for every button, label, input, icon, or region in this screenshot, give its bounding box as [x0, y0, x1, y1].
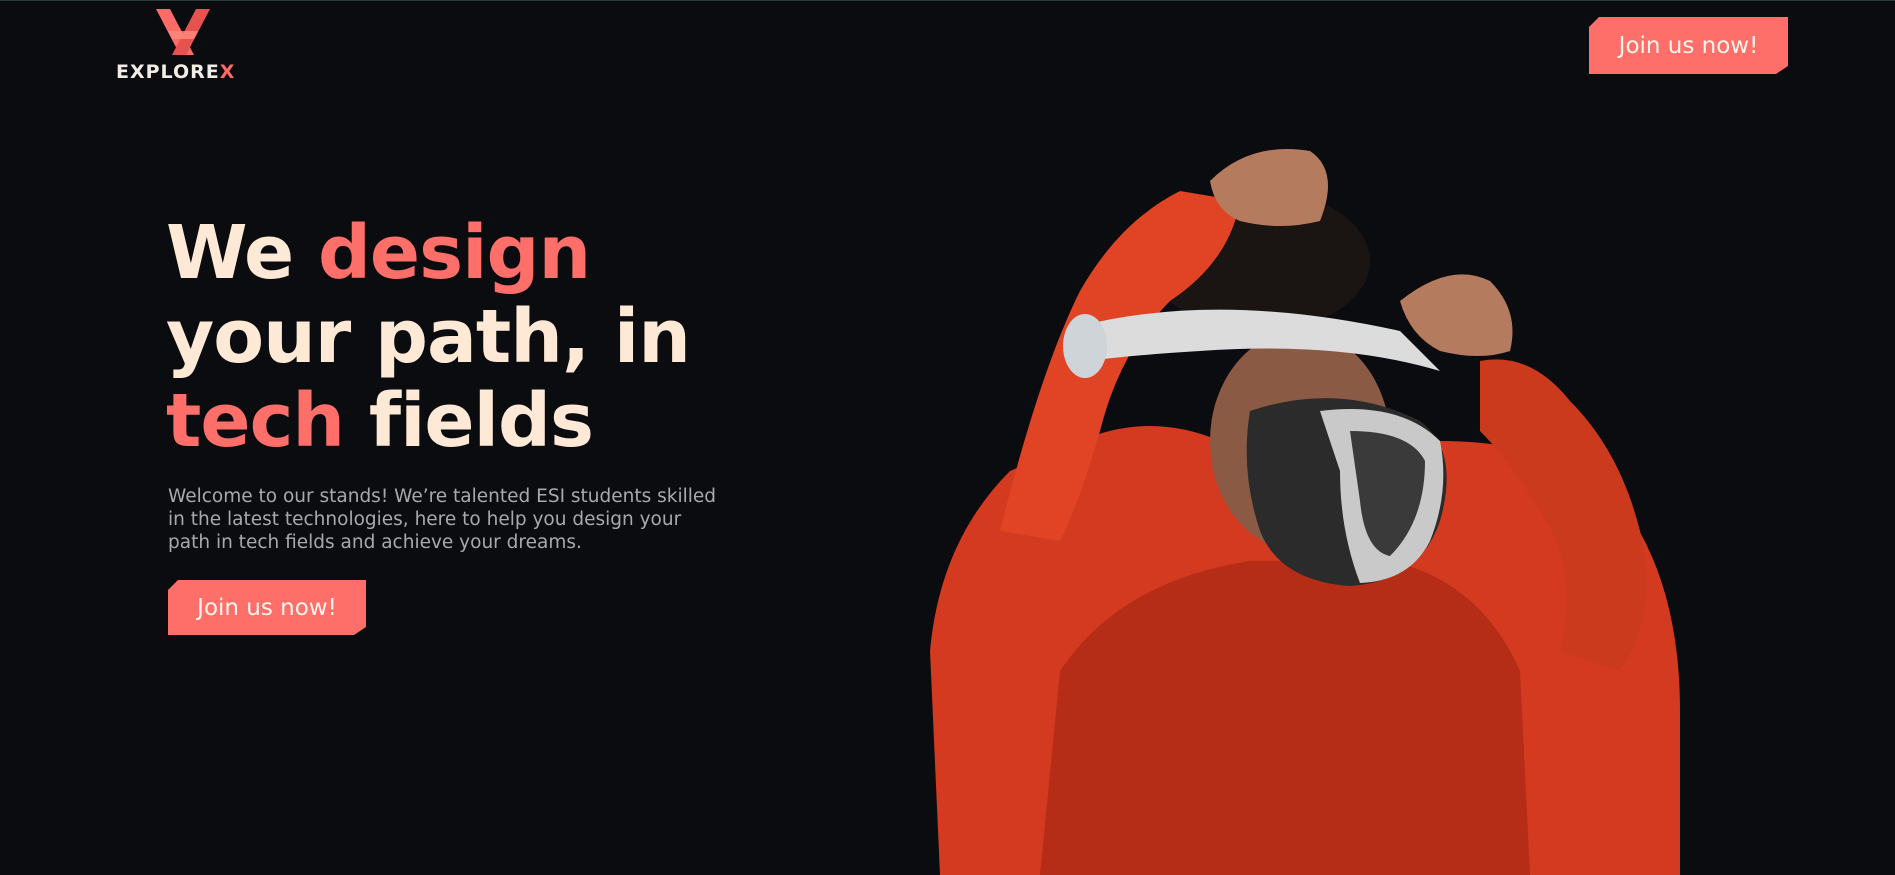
join-us-nav-button[interactable]: Join us now!	[1589, 17, 1788, 74]
explorex-logo[interactable]: EXPLOREX	[116, 9, 252, 83]
join-us-hero-button[interactable]: Join us now!	[168, 580, 366, 635]
x-logo-icon	[156, 9, 210, 55]
hero-description: Welcome to our stands! We’re talented ES…	[168, 486, 717, 553]
logo-wordmark: EXPLOREX	[116, 61, 236, 83]
hero-headline: We design your path, in tech fields	[166, 210, 691, 464]
person-vr-headset-photo	[930, 149, 1680, 875]
